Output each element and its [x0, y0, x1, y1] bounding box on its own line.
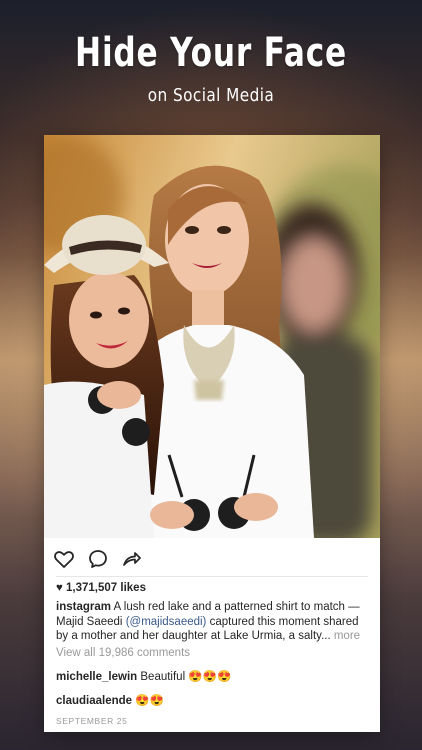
- share-arrow-icon[interactable]: [120, 547, 144, 571]
- caption-username[interactable]: instagram: [56, 601, 111, 613]
- comment-username[interactable]: michelle_lewin: [56, 671, 137, 683]
- promo-headline: Hide Your Face: [75, 30, 347, 76]
- likes-count[interactable]: ♥ 1,371,507 likes: [56, 582, 146, 594]
- comment-bubble-icon[interactable]: [86, 547, 110, 571]
- comment-username[interactable]: claudiaalende: [56, 695, 132, 707]
- likes-text: 1,371,507 likes: [66, 582, 146, 594]
- heart-outline-icon[interactable]: [52, 547, 76, 571]
- post-date: SEPTEMBER 25: [56, 716, 128, 726]
- comment-row: michelle_lewin Beautiful 😍😍😍: [56, 669, 231, 683]
- promo-subline: on Social Media: [147, 85, 275, 106]
- post-caption: instagram A lush red lake and a patterne…: [56, 600, 372, 644]
- comment-text: 😍😍: [132, 695, 164, 707]
- instagram-post-card: ♥ 1,371,507 likes instagram A lush red l…: [44, 135, 380, 732]
- actions-divider: [56, 576, 368, 577]
- comment-row: claudiaalende 😍😍: [56, 693, 164, 707]
- caption-more-link[interactable]: more: [331, 630, 360, 642]
- photo-illustration: [44, 135, 380, 538]
- post-actions-bar: [44, 538, 380, 578]
- comment-text: Beautiful 😍😍😍: [137, 671, 232, 683]
- heart-filled-icon: ♥: [56, 582, 63, 594]
- post-photo[interactable]: [44, 135, 380, 538]
- view-all-comments-link[interactable]: View all 19,986 comments: [56, 647, 190, 659]
- caption-mention[interactable]: (@majidsaeedi): [126, 616, 207, 628]
